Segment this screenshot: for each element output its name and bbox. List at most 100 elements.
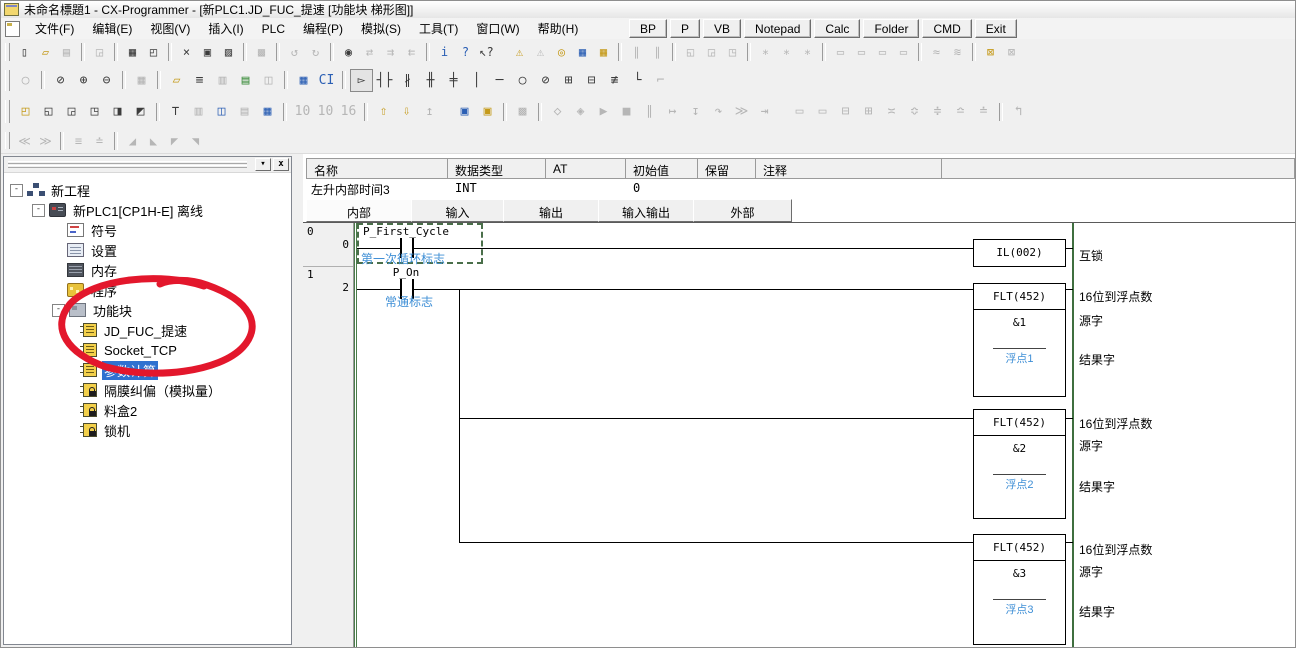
menu-insert[interactable]: 插入(I) <box>199 18 252 39</box>
rung-number-0[interactable]: 0 <box>307 225 314 238</box>
new-coil-icon[interactable]: ○ <box>511 69 534 92</box>
tab-internal[interactable]: 内部 <box>306 199 412 222</box>
calc-button[interactable]: Calc <box>814 19 860 38</box>
sidebar-item-fb-jd-fuc-tisu[interactable]: JD_FUC_提速 <box>4 320 291 340</box>
expand-toggle-icon[interactable]: - <box>32 204 45 217</box>
work-online-simulator-icon[interactable]: ▣ <box>476 100 499 123</box>
output-window-icon[interactable]: ◱ <box>37 100 60 123</box>
rung-number-1[interactable]: 1 <box>307 268 314 281</box>
work-online-icon[interactable]: ▣ <box>453 100 476 123</box>
sidebar-item-label[interactable]: 程序 <box>89 281 119 300</box>
sidebar-item-label[interactable]: 新工程 <box>49 181 92 200</box>
new-contact-icon[interactable]: ┤├ <box>373 69 396 92</box>
sidebar-item-fb-diaphragm-correct[interactable]: 隔膜纠偏（模拟量） <box>4 380 291 400</box>
force-off-icon[interactable]: ⇩ <box>395 100 418 123</box>
compile-program-check-icon[interactable]: ⚠ <box>509 42 530 63</box>
force-on-icon[interactable]: ⇧ <box>372 100 395 123</box>
sidebar-item-label[interactable]: 符号 <box>89 221 119 240</box>
flt-instruction-block-1[interactable]: FLT(452) &1 浮点1 <box>973 283 1066 397</box>
sidebar-item-function-blocks[interactable]: - 功能块 <box>4 300 291 320</box>
new-or-contact-icon[interactable]: ╫ <box>419 69 442 92</box>
cross-ref-window-icon[interactable]: ◳ <box>83 100 106 123</box>
sidebar-item-label[interactable]: JD_FUC_提速 <box>102 321 189 340</box>
new-closed-coil-icon[interactable]: ⊘ <box>534 69 557 92</box>
transfer-to-plc-icon[interactable]: ▦ <box>572 42 593 63</box>
expand-toggle-icon[interactable]: - <box>52 304 65 317</box>
expand-toggle-icon[interactable]: - <box>10 184 23 197</box>
context-help-icon[interactable]: ↖? <box>476 42 497 63</box>
vertical-line-icon[interactable]: │ <box>465 69 488 92</box>
invert-instruction-icon[interactable]: ≢ <box>603 69 626 92</box>
sidebar-item-project[interactable]: - 新工程 <box>4 180 291 200</box>
about-info-icon[interactable]: i <box>434 42 455 63</box>
tab-output[interactable]: 输出 <box>503 199 599 222</box>
var-initial-cell[interactable]: 0 <box>633 181 640 195</box>
flt-instruction-block-3[interactable]: FLT(452) &3 浮点3 <box>973 534 1066 645</box>
col-header-name[interactable]: 名称 <box>306 158 448 179</box>
sidebar-item-plc[interactable]: - 新PLC1[CP1H-E] 离线 <box>4 200 291 220</box>
new-or-closed-contact-icon[interactable]: ╪ <box>442 69 465 92</box>
sidebar-item-label[interactable]: 功能块 <box>91 301 134 320</box>
menu-plc[interactable]: PLC <box>253 20 294 38</box>
cmd-button[interactable]: CMD <box>922 19 971 38</box>
menu-edit[interactable]: 编辑(E) <box>83 18 141 39</box>
sidebar-item-label[interactable]: 参数计算 <box>102 361 158 380</box>
tab-input[interactable]: 输入 <box>411 199 504 222</box>
workspace-window-icon[interactable]: ◰ <box>14 100 37 123</box>
sidebar-item-label[interactable]: 料盒2 <box>102 401 139 420</box>
sidebar-item-label[interactable]: 设置 <box>89 241 119 260</box>
col-header-comment[interactable]: 注释 <box>755 158 942 179</box>
il-instruction-block[interactable]: IL(002) <box>973 239 1066 267</box>
section-window-icon[interactable]: ◫ <box>210 100 233 123</box>
bp-button[interactable]: BP <box>629 19 667 38</box>
flt1-result-symbol[interactable]: 浮点1 <box>993 348 1046 366</box>
var-type-cell[interactable]: INT <box>455 181 477 195</box>
select-mode-icon[interactable]: ▻ <box>350 69 373 92</box>
show-all-symbols-icon[interactable]: ≡ <box>188 69 211 92</box>
menu-simulation[interactable]: 模拟(S) <box>352 18 410 39</box>
menu-file[interactable]: 文件(F) <box>26 18 83 39</box>
sidebar-item-fb-socket-tcp[interactable]: Socket_TCP <box>4 340 291 360</box>
tab-input-output[interactable]: 输入输出 <box>598 199 694 222</box>
properties-window-icon[interactable]: ◩ <box>129 100 152 123</box>
online-edit-icon[interactable]: ▦ <box>593 42 614 63</box>
sidebar-item-fb-param-calc[interactable]: 参数计算 <box>4 360 291 380</box>
zoom-out-icon[interactable]: ⊖ <box>95 69 118 92</box>
sidebar-item-label[interactable]: Socket_TCP <box>102 343 179 358</box>
flt3-result-symbol[interactable]: 浮点3 <box>993 599 1046 617</box>
var-name-cell[interactable]: 左升内部时间3 <box>311 181 390 198</box>
line-connect-icon[interactable]: └ <box>626 69 649 92</box>
watch-window-icon[interactable]: ◲ <box>60 100 83 123</box>
local-symbols-window-icon[interactable]: ◨ <box>106 100 129 123</box>
toolbar-grip[interactable] <box>5 70 10 91</box>
workspace-toolbar-grip[interactable]: ▾ x <box>4 157 291 173</box>
find-report-icon[interactable]: ◎ <box>551 42 572 63</box>
sidebar-item-programs[interactable]: 程序 <box>4 280 291 300</box>
toolbar-grip[interactable] <box>5 132 10 150</box>
new-closed-contact-icon[interactable]: ∦ <box>396 69 419 92</box>
help-icon[interactable]: ? <box>455 42 476 63</box>
sidebar-item-label[interactable]: 锁机 <box>102 421 132 440</box>
sidebar-item-label[interactable]: 新PLC1[CP1H-E] 离线 <box>71 201 205 220</box>
menu-programming[interactable]: 编程(P) <box>294 18 352 39</box>
flt2-result-symbol[interactable]: 浮点2 <box>993 474 1046 492</box>
zoom-in-icon[interactable]: ⊕ <box>72 69 95 92</box>
print-icon[interactable]: ▦ <box>122 42 143 63</box>
cut-icon[interactable]: × <box>176 42 197 63</box>
toolbar-grip[interactable] <box>5 100 10 123</box>
sidebar-item-label[interactable]: 内存 <box>89 261 119 280</box>
menu-window[interactable]: 窗口(W) <box>467 18 528 39</box>
mnemonic-view-icon[interactable]: ▦ <box>292 69 315 92</box>
rung-wrap-icon[interactable]: ▤ <box>234 69 257 92</box>
horizontal-line-icon[interactable]: ─ <box>488 69 511 92</box>
sidebar-item-label[interactable]: 隔膜纠偏（模拟量） <box>102 381 223 400</box>
flt1-operand[interactable]: &1 <box>974 316 1065 329</box>
col-header-retain[interactable]: 保留 <box>697 158 756 179</box>
col-header-initial[interactable]: 初始值 <box>625 158 698 179</box>
menu-help[interactable]: 帮助(H) <box>529 18 588 39</box>
copy-icon[interactable]: ▣ <box>197 42 218 63</box>
folder-button[interactable]: Folder <box>863 19 919 38</box>
contact-operand-p-first-cycle[interactable]: P_First_Cycle <box>343 225 469 238</box>
close-icon[interactable]: x <box>273 158 289 171</box>
paste-icon[interactable]: ▨ <box>218 42 239 63</box>
